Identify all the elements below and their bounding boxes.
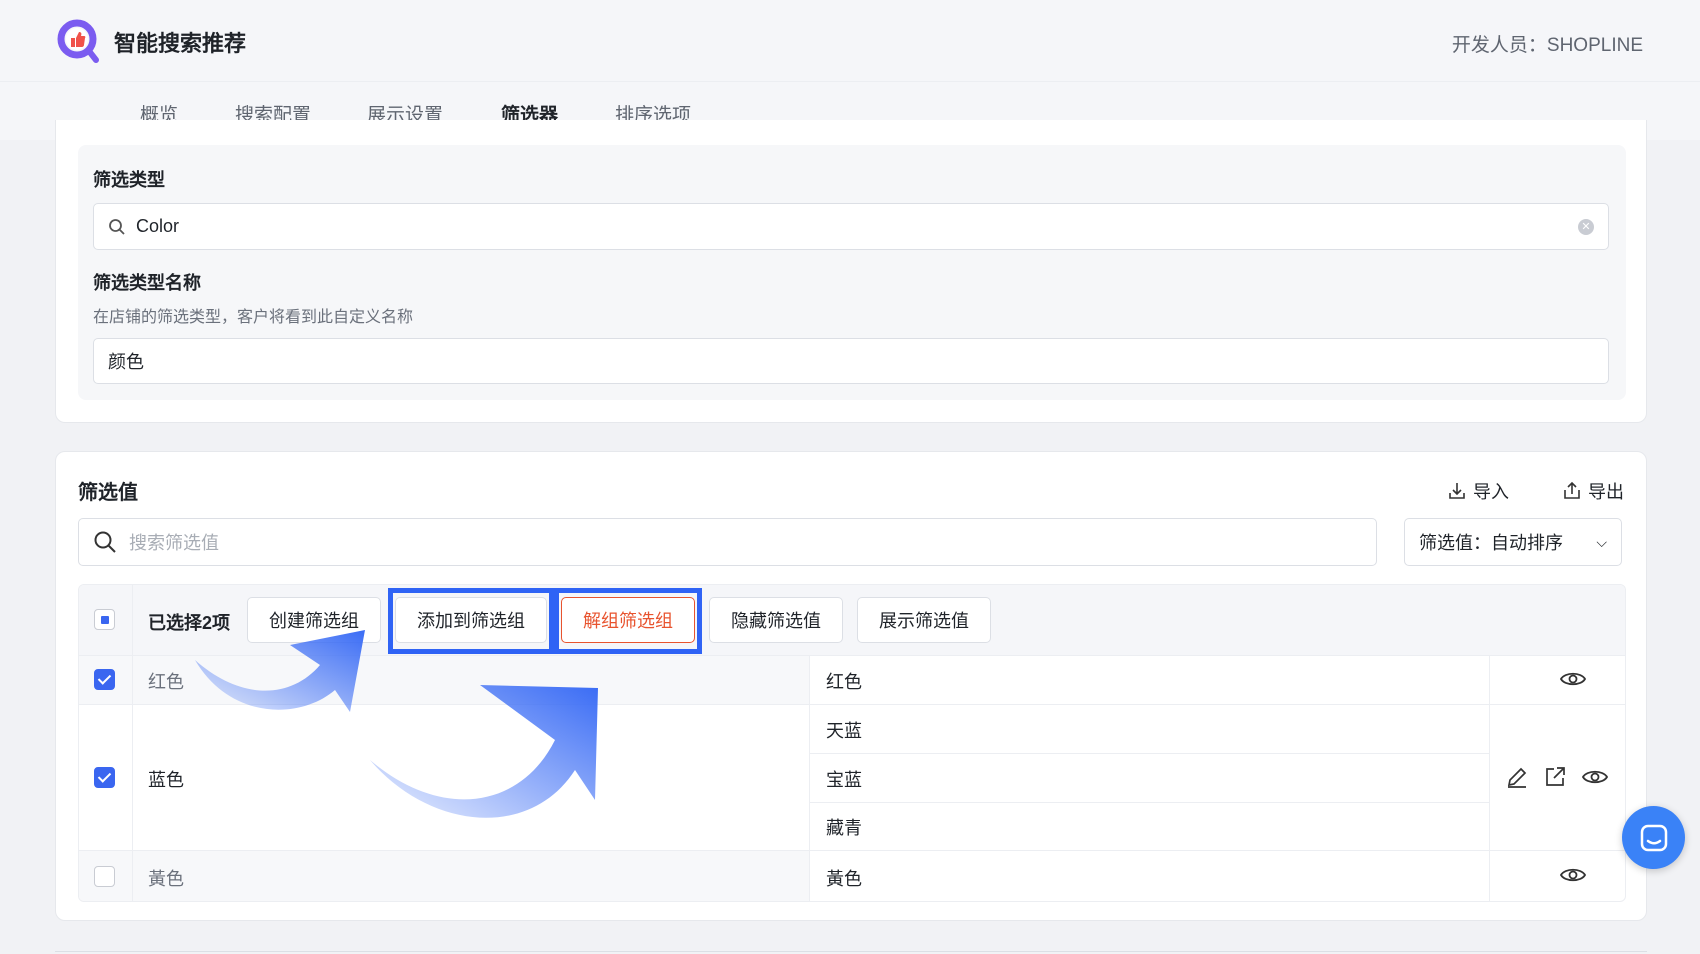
developer-label: 开发人员：SHOPLINE: [1451, 35, 1643, 56]
highlight-box: [554, 588, 702, 654]
filter-type-card: 筛选类型 Color ✕ 筛选类型名称 在店铺的筛选类型，客户将看到此自定义名称…: [55, 120, 1647, 423]
row-checkbox[interactable]: [94, 866, 115, 887]
row-value: 宝蓝: [826, 770, 862, 790]
export-icon: [1564, 481, 1580, 499]
export-label: 导出: [1588, 482, 1624, 502]
table-row: [79, 851, 809, 901]
row-value: 红色: [826, 672, 862, 692]
eye-icon[interactable]: [1559, 865, 1587, 885]
row-name: 蓝色: [148, 770, 184, 790]
chat-icon: [1640, 824, 1667, 851]
filter-values-table: 已选择2项 创建筛选组 添加到筛选组 解组筛选组 隐藏筛选值 展示筛选值 红色 …: [78, 584, 1626, 902]
filter-name-value: 颜色: [108, 352, 144, 372]
filter-name-input[interactable]: 颜色: [93, 338, 1609, 384]
create-group-button[interactable]: 创建筛选组: [247, 597, 381, 643]
bulk-action-bar: 已选择2项 创建筛选组 添加到筛选组 解组筛选组 隐藏筛选值 展示筛选值: [79, 585, 1625, 655]
search-icon: [109, 218, 125, 235]
filter-name-hint: 在店铺的筛选类型，客户将看到此自定义名称: [93, 309, 414, 326]
row-value: 藏青: [826, 818, 862, 838]
edit-icon[interactable]: [1505, 765, 1529, 789]
chevron-down-icon: ⌵: [1596, 533, 1607, 550]
show-values-button[interactable]: 展示筛选值: [857, 597, 991, 643]
app-title: 智能搜索推荐: [114, 31, 247, 56]
row-checkbox[interactable]: [94, 767, 115, 788]
app-header: 智能搜索推荐 开发人员：SHOPLINE: [0, 0, 1700, 82]
export-button[interactable]: 导出: [1562, 478, 1624, 504]
search-icon: [94, 531, 116, 553]
table-row: [79, 656, 809, 704]
divider: [55, 951, 1647, 952]
search-placeholder: 搜索筛选值: [129, 533, 219, 553]
filter-type-label: 筛选类型: [93, 170, 165, 190]
row-name: 红色: [148, 672, 184, 692]
filter-values-search[interactable]: 搜索筛选值: [78, 518, 1377, 566]
row-value: 天蓝: [826, 721, 862, 741]
filter-type-value: Color: [136, 216, 180, 236]
import-label: 导入: [1473, 482, 1509, 502]
import-button[interactable]: 导入: [1447, 478, 1509, 504]
chat-button[interactable]: [1622, 806, 1685, 869]
filter-values-card: 筛选值 导入 导出 搜索筛选值 筛选值：自动排序 ⌵ 已选择2项 创建筛选组 添…: [55, 451, 1647, 921]
sort-select[interactable]: 筛选值：自动排序 ⌵: [1404, 518, 1622, 566]
ungroup-external-icon[interactable]: [1543, 765, 1567, 789]
hide-values-button[interactable]: 隐藏筛选值: [709, 597, 843, 643]
select-all-checkbox[interactable]: [94, 609, 115, 630]
sort-select-value: 筛选值：自动排序: [1419, 533, 1563, 553]
filter-values-title: 筛选值: [78, 482, 138, 504]
eye-icon[interactable]: [1559, 669, 1587, 689]
app-logo-icon: [57, 19, 99, 63]
eye-icon[interactable]: [1581, 767, 1609, 787]
highlight-box: [388, 588, 554, 654]
row-name: 黃色: [148, 869, 184, 889]
filter-type-panel: 筛选类型 Color ✕ 筛选类型名称 在店铺的筛选类型，客户将看到此自定义名称…: [78, 145, 1626, 400]
filter-name-label: 筛选类型名称: [93, 273, 201, 293]
selected-count: 已选择2项: [148, 613, 231, 633]
row-checkbox[interactable]: [94, 669, 115, 690]
clear-icon[interactable]: ✕: [1578, 218, 1594, 235]
row-value: 黃色: [826, 869, 862, 889]
import-icon: [1449, 483, 1465, 499]
filter-type-input[interactable]: Color ✕: [93, 203, 1609, 250]
